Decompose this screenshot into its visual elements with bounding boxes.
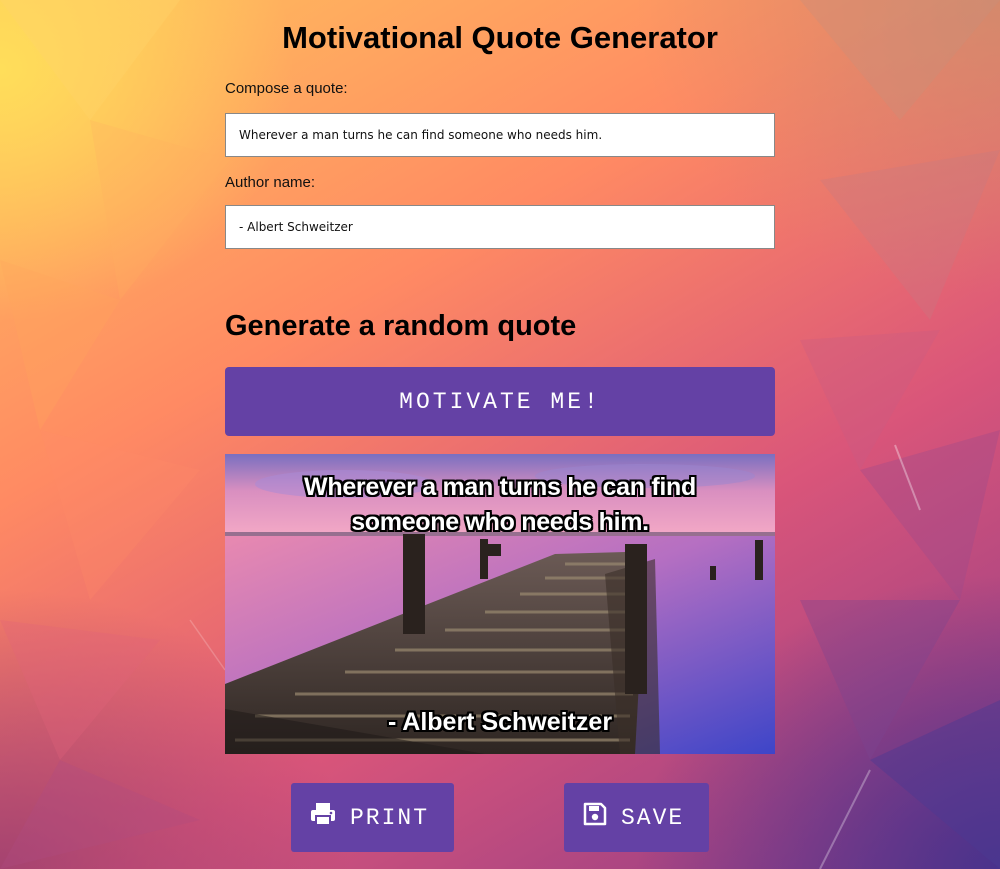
save-button[interactable]: SAVE <box>564 783 709 852</box>
author-label: Author name: <box>225 174 316 191</box>
motivate-me-button[interactable]: MOTIVATE ME! <box>225 367 775 436</box>
card-author-text: - Albert Schweitzer <box>387 708 613 736</box>
author-input[interactable] <box>225 205 775 249</box>
printer-icon <box>310 802 336 833</box>
card-quote-text: Wherever a man turns he can find someone… <box>304 473 696 536</box>
random-quote-heading: Generate a random quote <box>225 310 577 342</box>
quote-input[interactable] <box>225 113 775 157</box>
save-label: SAVE <box>621 804 685 831</box>
quote-image-card: Wherever a man turns he can find someone… <box>225 454 775 754</box>
floppy-disk-icon <box>583 802 607 833</box>
print-label: PRINT <box>350 804 430 831</box>
page-title: Motivational Quote Generator <box>282 20 718 55</box>
print-button[interactable]: PRINT <box>291 783 454 852</box>
quote-label: Compose a quote: <box>225 80 348 97</box>
